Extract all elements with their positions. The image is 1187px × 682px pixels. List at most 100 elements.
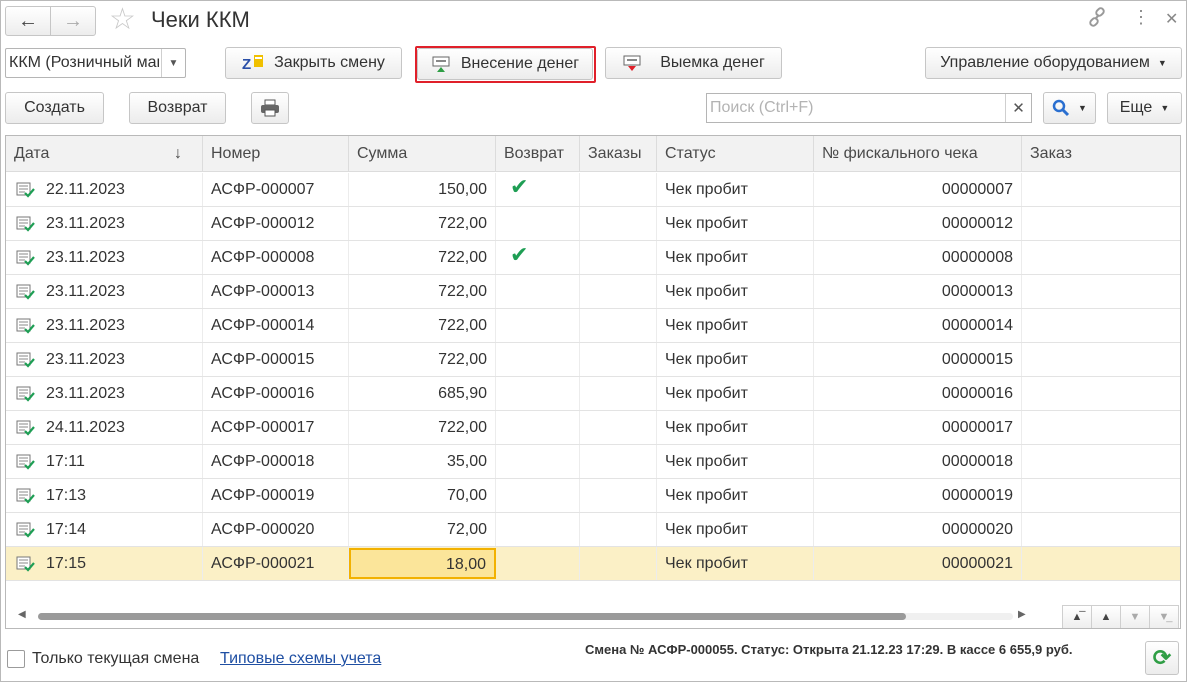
cell-return[interactable] [496, 377, 580, 410]
cell-fiscal[interactable]: 00000015 [814, 343, 1022, 376]
cell-sum[interactable]: 150,00 [349, 173, 496, 206]
chevron-down-icon[interactable]: ▼ [161, 49, 185, 77]
cell-orders[interactable] [580, 547, 657, 580]
cell-number[interactable]: АСФР-000013 [203, 275, 349, 308]
cell-order[interactable] [1022, 479, 1180, 512]
cell-orders[interactable] [580, 275, 657, 308]
cell-orders[interactable] [580, 241, 657, 274]
last-row-icon[interactable]: ▼̲ [1149, 605, 1179, 628]
cell-orders[interactable] [580, 411, 657, 444]
cell-number[interactable]: АСФР-000020 [203, 513, 349, 546]
cell-status[interactable]: Чек пробит [657, 241, 814, 274]
cell-sum[interactable]: 722,00 [349, 309, 496, 342]
more-button[interactable]: Еще ▼ [1107, 92, 1182, 124]
forward-button[interactable]: → [50, 6, 96, 36]
cell-return[interactable] [496, 275, 580, 308]
table-row[interactable]: 24.11.2023 АСФР-000017 722,00 Чек пробит 000… [6, 411, 1180, 445]
cell-status[interactable]: Чек пробит [657, 377, 814, 410]
create-button[interactable]: Создать [5, 92, 104, 124]
cell-sum[interactable]: 70,00 [349, 479, 496, 512]
next-row-icon[interactable]: ▼ [1120, 605, 1150, 628]
cell-number[interactable]: АСФР-000021 [203, 547, 349, 580]
cell-status[interactable]: Чек пробит [657, 411, 814, 444]
table-row[interactable]: 17:13 АСФР-000019 70,00 Чек пробит 00000019 [6, 479, 1180, 513]
scroll-right-icon[interactable]: ▶ [1018, 609, 1026, 620]
cell-order[interactable] [1022, 377, 1180, 410]
cell-status[interactable]: Чек пробит [657, 309, 814, 342]
cell-fiscal[interactable]: 00000007 [814, 173, 1022, 206]
kkm-select[interactable]: ККМ (Розничный магазин) ▼ [5, 48, 186, 78]
cell-date[interactable]: 22.11.2023 [6, 173, 203, 206]
cell-number[interactable]: АСФР-000015 [203, 343, 349, 376]
close-shift-button[interactable]: Z Закрыть смену [225, 47, 402, 79]
cell-number[interactable]: АСФР-000014 [203, 309, 349, 342]
cell-order[interactable] [1022, 241, 1180, 274]
cell-orders[interactable] [580, 377, 657, 410]
cell-fiscal[interactable]: 00000021 [814, 547, 1022, 580]
back-button[interactable]: ← [5, 6, 51, 36]
cell-fiscal[interactable]: 00000008 [814, 241, 1022, 274]
cash-out-button[interactable]: Выемка денег [605, 47, 782, 79]
cell-status[interactable]: Чек пробит [657, 445, 814, 478]
cell-order[interactable] [1022, 207, 1180, 240]
cell-date[interactable]: 23.11.2023 [6, 207, 203, 240]
cell-return[interactable] [496, 411, 580, 444]
cell-number[interactable]: АСФР-000017 [203, 411, 349, 444]
cell-date[interactable]: 17:11 [6, 445, 203, 478]
print-button[interactable] [251, 92, 289, 124]
cell-number[interactable]: АСФР-000018 [203, 445, 349, 478]
cell-sum[interactable]: 722,00 [349, 343, 496, 376]
search-input[interactable]: Поиск (Ctrl+F) ✕ [706, 93, 1032, 123]
prev-row-icon[interactable]: ▲ [1091, 605, 1121, 628]
cell-number[interactable]: АСФР-000012 [203, 207, 349, 240]
cell-orders[interactable] [580, 173, 657, 206]
cell-fiscal[interactable]: 00000019 [814, 479, 1022, 512]
cell-fiscal[interactable]: 00000018 [814, 445, 1022, 478]
cell-sum[interactable]: 35,00 [349, 445, 496, 478]
link-icon[interactable] [1087, 7, 1107, 32]
table-row[interactable]: 23.11.2023 АСФР-000012 722,00 Чек пробит 000… [6, 207, 1180, 241]
column-header-number[interactable]: Номер [203, 136, 349, 172]
cell-order[interactable] [1022, 445, 1180, 478]
cell-date[interactable]: 24.11.2023 [6, 411, 203, 444]
cell-order[interactable] [1022, 513, 1180, 546]
table-row[interactable]: 23.11.2023 АСФР-000013 722,00 Чек пробит 000… [6, 275, 1180, 309]
cell-status[interactable]: Чек пробит [657, 343, 814, 376]
cell-fiscal[interactable]: 00000014 [814, 309, 1022, 342]
cell-fiscal[interactable]: 00000012 [814, 207, 1022, 240]
table-row[interactable]: 23.11.2023 АСФР-000008 722,00 ✔ Чек пробит 00… [6, 241, 1180, 275]
table-row[interactable]: 22.11.2023 АСФР-000007 150,00 ✔ Чек пробит 00… [6, 173, 1180, 207]
cell-sum[interactable]: 722,00 [349, 411, 496, 444]
cell-orders[interactable] [580, 309, 657, 342]
cell-order[interactable] [1022, 173, 1180, 206]
star-icon[interactable]: ☆ [109, 3, 136, 37]
cell-orders[interactable] [580, 513, 657, 546]
horizontal-scrollbar[interactable]: ◀ ▶ [14, 609, 1026, 622]
column-header-status[interactable]: Статус [657, 136, 814, 172]
column-header-date[interactable]: Дата ↓ [6, 136, 203, 172]
cell-orders[interactable] [580, 343, 657, 376]
cell-return[interactable] [496, 479, 580, 512]
table-row[interactable]: 17:11 АСФР-000018 35,00 Чек пробит 00000018 [6, 445, 1180, 479]
cell-sum[interactable]: 722,00 [349, 241, 496, 274]
scroll-left-icon[interactable]: ◀ [18, 609, 26, 620]
cell-order[interactable] [1022, 309, 1180, 342]
cell-date[interactable]: 23.11.2023 [6, 343, 203, 376]
cell-orders[interactable] [580, 445, 657, 478]
cell-order[interactable] [1022, 547, 1180, 580]
cell-number[interactable]: АСФР-000008 [203, 241, 349, 274]
current-shift-checkbox[interactable] [7, 650, 25, 668]
cell-fiscal[interactable]: 00000020 [814, 513, 1022, 546]
refresh-button[interactable]: ⟳ [1145, 641, 1179, 675]
cell-date[interactable]: 23.11.2023 [6, 241, 203, 274]
table-row[interactable]: 17:15 АСФР-000021 18,00 Чек пробит 00000021 [6, 547, 1180, 581]
cell-date[interactable]: 23.11.2023 [6, 275, 203, 308]
cell-return[interactable]: ✔ [496, 173, 580, 206]
first-row-icon[interactable]: ▲̅ [1062, 605, 1092, 628]
cell-sum[interactable]: 722,00 [349, 275, 496, 308]
column-header-return[interactable]: Возврат [496, 136, 580, 172]
cell-return[interactable] [496, 445, 580, 478]
cell-date[interactable]: 17:13 [6, 479, 203, 512]
cell-return[interactable] [496, 547, 580, 580]
cell-date[interactable]: 23.11.2023 [6, 309, 203, 342]
